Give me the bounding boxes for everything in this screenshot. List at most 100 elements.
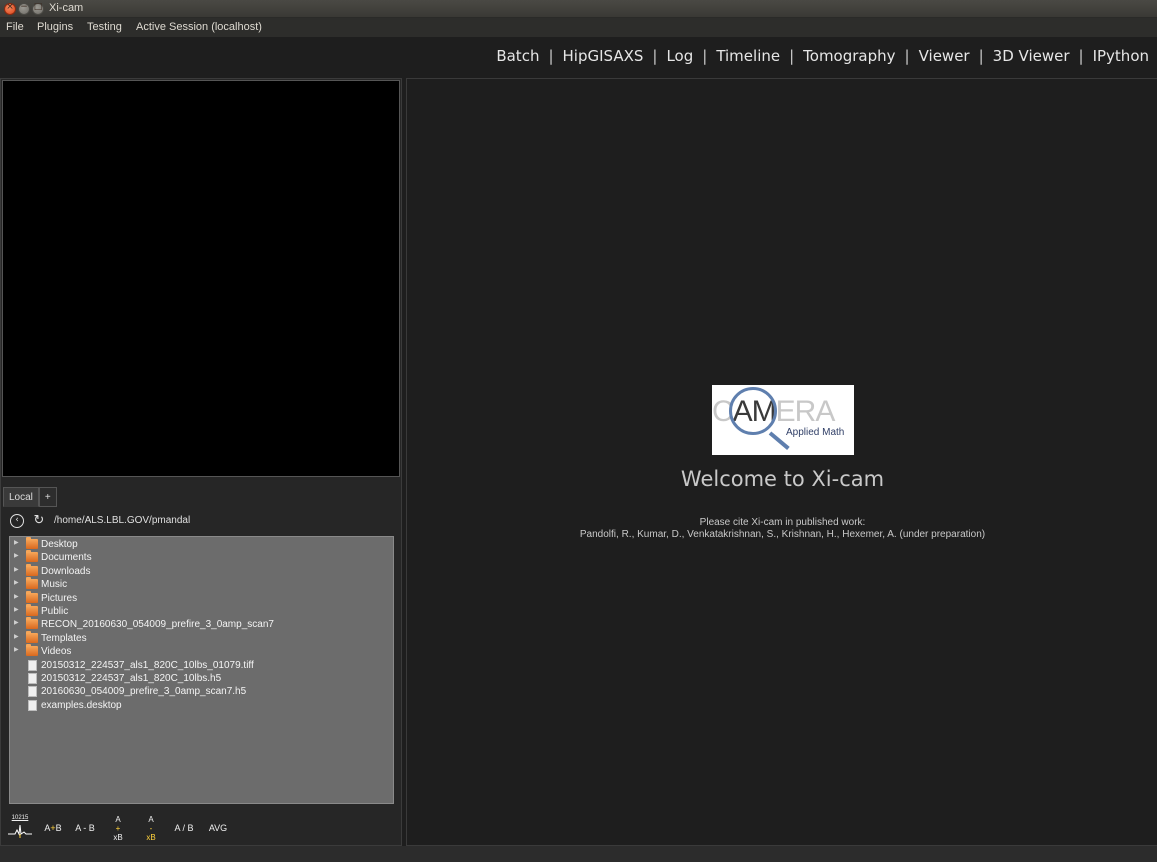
file-icon [28,659,37,671]
op-operand: xB [146,833,156,842]
menu-file[interactable]: File [6,21,24,33]
file-icon [28,672,37,684]
menu-active-session[interactable]: Active Session (localhost) [136,21,262,33]
close-icon: × [6,2,14,12]
nav-log[interactable]: Log [666,47,693,65]
menu-testing[interactable]: Testing [87,21,122,33]
tree-item[interactable]: ▶ Videos [10,644,393,658]
tree-item[interactable]: ▶ Documents [10,550,393,564]
nav-separator: | [1078,47,1084,65]
menubar: File Plugins Testing Active Session (loc… [0,18,1157,37]
add-op-button[interactable]: A+B [41,815,65,841]
op-operand: B [55,823,62,833]
tree-item[interactable]: ▶ Public [10,603,393,618]
maximize-window-button[interactable]: □ [32,2,44,15]
tree-item[interactable]: examples.desktop [10,699,393,712]
browser-tabbar: Local + [3,487,57,507]
op-operator: + [115,824,121,833]
expand-arrow-icon[interactable]: ▶ [14,552,19,559]
tree-item-label: 20160630_054009_prefire_3_0amp_scan7.h5 [41,686,247,698]
expand-arrow-icon[interactable]: ▶ [14,539,19,546]
close-window-button[interactable]: × [4,2,16,15]
nav-separator: | [904,47,910,65]
welcome-panel: CAMERA Applied Math Welcome to Xi-cam Pl… [406,78,1157,846]
plugin-nav: Batch | HipGISAXS | Log | Timeline | Tom… [496,45,1149,67]
expand-arrow-icon[interactable]: ▶ [14,579,19,586]
tree-item[interactable]: 20150312_224537_als1_820C_10lbs.h5 [10,672,393,685]
op-operand: A [115,815,121,824]
timeline-op-button[interactable]: 10215 [7,815,33,841]
nav-separator: | [702,47,708,65]
tree-item-label: Public [41,605,69,617]
tree-item[interactable]: ▶ Templates [10,630,393,645]
tree-item[interactable]: 20160630_054009_prefire_3_0amp_scan7.h5 [10,685,393,698]
tree-item[interactable]: 20150312_224537_als1_820C_10lbs_01079.ti… [10,659,393,672]
logo-letter: ERA [775,395,836,428]
expand-arrow-icon[interactable]: ▶ [14,619,19,626]
average-op-button[interactable]: AVG [205,815,231,841]
tree-item-label: Documents [41,552,92,564]
tree-item-label: Downloads [41,565,91,577]
refresh-icon[interactable]: ↻ [32,514,46,528]
divide-op-button[interactable]: A / B [171,815,197,841]
folder-icon [26,563,38,576]
nav-3d-viewer[interactable]: 3D Viewer [993,47,1070,65]
back-icon[interactable]: ‹ [10,514,24,528]
magnifier-icon [729,387,777,435]
expand-arrow-icon[interactable]: ▶ [14,566,19,573]
tree-item[interactable]: ▶ Desktop [10,537,393,551]
nav-batch[interactable]: Batch [496,47,539,65]
file-tree[interactable]: ▶ Desktop ▶ Documents ▶ Downloads ▶ Music ▶ P… [9,536,394,804]
op-operand: A [148,815,154,824]
tree-item-label: 20150312_224537_als1_820C_10lbs_01079.ti… [41,659,254,671]
tree-item-label: examples.desktop [41,699,122,711]
window-title: Xi-cam [49,2,84,14]
add-times-op-button[interactable]: A + xB [109,815,127,842]
folder-icon [26,550,38,563]
tree-item[interactable]: ▶ Music [10,577,393,591]
nav-tomography[interactable]: Tomography [803,47,895,65]
file-icon [28,699,37,711]
menu-plugins[interactable]: Plugins [37,21,73,33]
path-bar: ‹ ↻ /home/ALS.LBL.GOV/pmandal [9,513,393,531]
expand-arrow-icon[interactable]: ▶ [14,606,19,613]
citation-authors: Pandolfi, R., Kumar, D., Venkatakrishnan… [579,529,986,540]
tab-local[interactable]: Local [3,487,39,507]
folder-icon [26,630,38,643]
spectrum-icon [8,824,32,838]
nav-separator: | [652,47,658,65]
nav-separator: | [789,47,795,65]
folder-icon [26,644,38,657]
camera-logo: CAMERA Applied Math [712,385,854,455]
tree-item[interactable]: ▶ Downloads [10,563,393,578]
nav-timeline[interactable]: Timeline [716,47,780,65]
expand-arrow-icon[interactable]: ▶ [14,646,19,653]
tree-item[interactable]: ▶ Pictures [10,590,393,605]
expand-arrow-icon[interactable]: ▶ [14,593,19,600]
nav-viewer[interactable]: Viewer [919,47,970,65]
subtract-op-button[interactable]: A - B [73,815,97,841]
add-tab-button[interactable]: + [38,487,57,507]
window-titlebar: × − □ Xi-cam [0,0,1157,18]
citation-intro: Please cite Xi-cam in published work: [699,517,866,528]
folder-icon [26,577,38,590]
folder-icon [26,590,38,603]
nav-hipgisaxs[interactable]: HipGISAXS [563,47,644,65]
tree-item-label: Videos [41,646,72,658]
file-icon [28,686,37,698]
op-operator: - [149,824,153,833]
tree-item-label: Pictures [41,592,78,604]
nav-ipython[interactable]: IPython [1093,47,1149,65]
plugin-toolbar: Batch | HipGISAXS | Log | Timeline | Tom… [0,37,1157,77]
minimize-window-button[interactable]: − [18,2,30,15]
status-bar [0,846,1157,862]
expand-arrow-icon[interactable]: ▶ [14,633,19,640]
logo-subtitle: Applied Math [786,427,845,438]
maximize-icon: □ [33,2,43,12]
tree-item[interactable]: ▶ RECON_20160630_054009_prefire_3_0amp_sc… [10,617,393,631]
timeline-op-label: 10215 [11,815,29,821]
image-preview[interactable] [2,80,400,477]
current-path[interactable]: /home/ALS.LBL.GOV/pmandal [54,515,190,526]
operations-toolbar: 10215 A+B A - B A + xB A - xB A / B AVG [5,815,395,843]
sub-times-op-button[interactable]: A - xB [142,815,160,842]
